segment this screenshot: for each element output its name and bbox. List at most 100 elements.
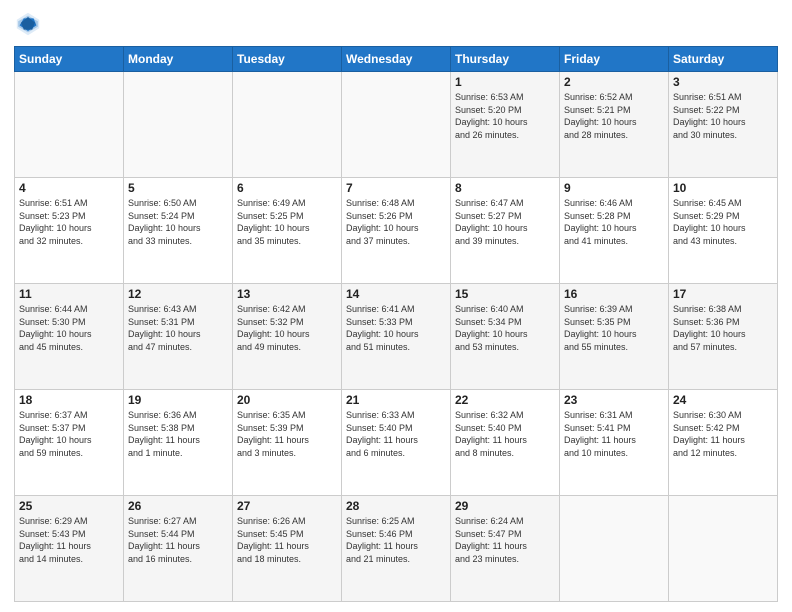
day-number: 5 bbox=[128, 181, 228, 195]
day-number: 13 bbox=[237, 287, 337, 301]
calendar-cell: 24 Sunrise: 6:30 AM Sunset: 5:42 PM Dayli… bbox=[669, 390, 778, 496]
day-number: 17 bbox=[673, 287, 773, 301]
calendar-cell: 28 Sunrise: 6:25 AM Sunset: 5:46 PM Dayli… bbox=[342, 496, 451, 602]
day-number: 14 bbox=[346, 287, 446, 301]
day-info: Sunrise: 6:46 AM Sunset: 5:28 PM Dayligh… bbox=[564, 197, 664, 247]
day-number: 24 bbox=[673, 393, 773, 407]
day-info: Sunrise: 6:30 AM Sunset: 5:42 PM Dayligh… bbox=[673, 409, 773, 459]
day-info: Sunrise: 6:24 AM Sunset: 5:47 PM Dayligh… bbox=[455, 515, 555, 565]
day-number: 27 bbox=[237, 499, 337, 513]
day-number: 26 bbox=[128, 499, 228, 513]
day-info: Sunrise: 6:43 AM Sunset: 5:31 PM Dayligh… bbox=[128, 303, 228, 353]
calendar-cell: 16 Sunrise: 6:39 AM Sunset: 5:35 PM Dayli… bbox=[560, 284, 669, 390]
calendar-cell: 27 Sunrise: 6:26 AM Sunset: 5:45 PM Dayli… bbox=[233, 496, 342, 602]
calendar-cell bbox=[124, 72, 233, 178]
calendar-cell: 3 Sunrise: 6:51 AM Sunset: 5:22 PM Daylig… bbox=[669, 72, 778, 178]
calendar-cell: 26 Sunrise: 6:27 AM Sunset: 5:44 PM Dayli… bbox=[124, 496, 233, 602]
day-info: Sunrise: 6:25 AM Sunset: 5:46 PM Dayligh… bbox=[346, 515, 446, 565]
day-info: Sunrise: 6:36 AM Sunset: 5:38 PM Dayligh… bbox=[128, 409, 228, 459]
calendar-cell bbox=[560, 496, 669, 602]
day-number: 22 bbox=[455, 393, 555, 407]
calendar-cell: 17Sunrise: 6:38 AM Sunset: 5:36 PM Dayli… bbox=[669, 284, 778, 390]
day-info: Sunrise: 6:50 AM Sunset: 5:24 PM Dayligh… bbox=[128, 197, 228, 247]
day-number: 25 bbox=[19, 499, 119, 513]
week-row-2: 4 Sunrise: 6:51 AM Sunset: 5:23 PM Daylig… bbox=[15, 178, 778, 284]
day-info: Sunrise: 6:51 AM Sunset: 5:22 PM Dayligh… bbox=[673, 91, 773, 141]
day-number: 20 bbox=[237, 393, 337, 407]
week-row-1: 1 Sunrise: 6:53 AM Sunset: 5:20 PM Daylig… bbox=[15, 72, 778, 178]
calendar-cell: 7 Sunrise: 6:48 AM Sunset: 5:26 PM Daylig… bbox=[342, 178, 451, 284]
logo bbox=[14, 10, 46, 38]
calendar-cell: 11 Sunrise: 6:44 AM Sunset: 5:30 PM Dayli… bbox=[15, 284, 124, 390]
day-info: Sunrise: 6:40 AM Sunset: 5:34 PM Dayligh… bbox=[455, 303, 555, 353]
calendar-table: SundayMondayTuesdayWednesdayThursdayFrid… bbox=[14, 46, 778, 602]
weekday-header-saturday: Saturday bbox=[669, 47, 778, 72]
weekday-header-sunday: Sunday bbox=[15, 47, 124, 72]
day-number: 29 bbox=[455, 499, 555, 513]
day-number: 11 bbox=[19, 287, 119, 301]
day-info: Sunrise: 6:33 AM Sunset: 5:40 PM Dayligh… bbox=[346, 409, 446, 459]
calendar-cell: 23 Sunrise: 6:31 AM Sunset: 5:41 PM Dayli… bbox=[560, 390, 669, 496]
day-number: 18 bbox=[19, 393, 119, 407]
calendar-cell: 29 Sunrise: 6:24 AM Sunset: 5:47 PM Dayli… bbox=[451, 496, 560, 602]
day-number: 1 bbox=[455, 75, 555, 89]
day-info: Sunrise: 6:51 AM Sunset: 5:23 PM Dayligh… bbox=[19, 197, 119, 247]
day-number: 28 bbox=[346, 499, 446, 513]
day-info: Sunrise: 6:45 AM Sunset: 5:29 PM Dayligh… bbox=[673, 197, 773, 247]
day-number: 2 bbox=[564, 75, 664, 89]
calendar-cell: 10Sunrise: 6:45 AM Sunset: 5:29 PM Dayli… bbox=[669, 178, 778, 284]
day-number: 12 bbox=[128, 287, 228, 301]
calendar-cell: 1 Sunrise: 6:53 AM Sunset: 5:20 PM Daylig… bbox=[451, 72, 560, 178]
calendar-cell bbox=[233, 72, 342, 178]
calendar-cell: 14 Sunrise: 6:41 AM Sunset: 5:33 PM Dayli… bbox=[342, 284, 451, 390]
calendar-cell: 25 Sunrise: 6:29 AM Sunset: 5:43 PM Dayli… bbox=[15, 496, 124, 602]
weekday-header-monday: Monday bbox=[124, 47, 233, 72]
calendar-cell: 9 Sunrise: 6:46 AM Sunset: 5:28 PM Daylig… bbox=[560, 178, 669, 284]
day-info: Sunrise: 6:48 AM Sunset: 5:26 PM Dayligh… bbox=[346, 197, 446, 247]
day-info: Sunrise: 6:35 AM Sunset: 5:39 PM Dayligh… bbox=[237, 409, 337, 459]
calendar-cell: 13 Sunrise: 6:42 AM Sunset: 5:32 PM Dayli… bbox=[233, 284, 342, 390]
day-number: 4 bbox=[19, 181, 119, 195]
day-info: Sunrise: 6:31 AM Sunset: 5:41 PM Dayligh… bbox=[564, 409, 664, 459]
calendar-cell: 18 Sunrise: 6:37 AM Sunset: 5:37 PM Dayli… bbox=[15, 390, 124, 496]
calendar-cell bbox=[669, 496, 778, 602]
calendar-cell: 19 Sunrise: 6:36 AM Sunset: 5:38 PM Dayli… bbox=[124, 390, 233, 496]
day-info: Sunrise: 6:39 AM Sunset: 5:35 PM Dayligh… bbox=[564, 303, 664, 353]
day-number: 16 bbox=[564, 287, 664, 301]
week-row-3: 11 Sunrise: 6:44 AM Sunset: 5:30 PM Dayli… bbox=[15, 284, 778, 390]
day-info: Sunrise: 6:29 AM Sunset: 5:43 PM Dayligh… bbox=[19, 515, 119, 565]
day-number: 23 bbox=[564, 393, 664, 407]
day-number: 3 bbox=[673, 75, 773, 89]
day-number: 19 bbox=[128, 393, 228, 407]
day-info: Sunrise: 6:27 AM Sunset: 5:44 PM Dayligh… bbox=[128, 515, 228, 565]
day-info: Sunrise: 6:32 AM Sunset: 5:40 PM Dayligh… bbox=[455, 409, 555, 459]
day-number: 7 bbox=[346, 181, 446, 195]
day-info: Sunrise: 6:53 AM Sunset: 5:20 PM Dayligh… bbox=[455, 91, 555, 141]
calendar-cell: 6Sunrise: 6:49 AM Sunset: 5:25 PM Daylig… bbox=[233, 178, 342, 284]
calendar-cell bbox=[342, 72, 451, 178]
calendar-cell: 22 Sunrise: 6:32 AM Sunset: 5:40 PM Dayli… bbox=[451, 390, 560, 496]
calendar-cell: 4 Sunrise: 6:51 AM Sunset: 5:23 PM Daylig… bbox=[15, 178, 124, 284]
day-number: 8 bbox=[455, 181, 555, 195]
day-info: Sunrise: 6:52 AM Sunset: 5:21 PM Dayligh… bbox=[564, 91, 664, 141]
calendar-cell: 8 Sunrise: 6:47 AM Sunset: 5:27 PM Daylig… bbox=[451, 178, 560, 284]
header bbox=[14, 10, 778, 38]
logo-icon bbox=[14, 10, 42, 38]
day-info: Sunrise: 6:37 AM Sunset: 5:37 PM Dayligh… bbox=[19, 409, 119, 459]
day-number: 9 bbox=[564, 181, 664, 195]
calendar-cell: 5 Sunrise: 6:50 AM Sunset: 5:24 PM Daylig… bbox=[124, 178, 233, 284]
day-info: Sunrise: 6:47 AM Sunset: 5:27 PM Dayligh… bbox=[455, 197, 555, 247]
day-info: Sunrise: 6:42 AM Sunset: 5:32 PM Dayligh… bbox=[237, 303, 337, 353]
weekday-header-row: SundayMondayTuesdayWednesdayThursdayFrid… bbox=[15, 47, 778, 72]
weekday-header-wednesday: Wednesday bbox=[342, 47, 451, 72]
day-info: Sunrise: 6:41 AM Sunset: 5:33 PM Dayligh… bbox=[346, 303, 446, 353]
calendar-cell: 12 Sunrise: 6:43 AM Sunset: 5:31 PM Dayli… bbox=[124, 284, 233, 390]
day-info: Sunrise: 6:44 AM Sunset: 5:30 PM Dayligh… bbox=[19, 303, 119, 353]
calendar-cell: 2 Sunrise: 6:52 AM Sunset: 5:21 PM Daylig… bbox=[560, 72, 669, 178]
weekday-header-thursday: Thursday bbox=[451, 47, 560, 72]
page: SundayMondayTuesdayWednesdayThursdayFrid… bbox=[0, 0, 792, 612]
day-number: 6 bbox=[237, 181, 337, 195]
calendar-cell: 21Sunrise: 6:33 AM Sunset: 5:40 PM Dayli… bbox=[342, 390, 451, 496]
day-number: 15 bbox=[455, 287, 555, 301]
day-info: Sunrise: 6:26 AM Sunset: 5:45 PM Dayligh… bbox=[237, 515, 337, 565]
